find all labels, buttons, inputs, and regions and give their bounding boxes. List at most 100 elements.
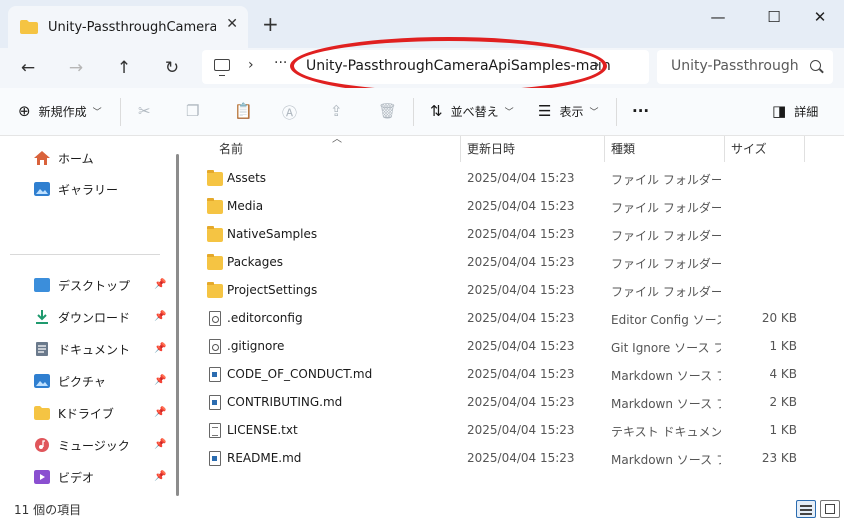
- sidebar-item-downloads[interactable]: ダウンロード: [34, 305, 130, 329]
- file-type: ファイル フォルダー: [611, 229, 721, 243]
- breadcrumb-overflow[interactable]: ···: [274, 55, 287, 71]
- sidebar-item-k-drive[interactable]: Kドライブ: [34, 401, 114, 425]
- minimize-button[interactable]: —: [703, 8, 733, 26]
- more-options-button[interactable]: ···: [632, 102, 649, 120]
- sidebar-scrollbar[interactable]: [176, 154, 179, 496]
- delete-button[interactable]: 🗑: [378, 102, 405, 120]
- new-tab-button[interactable]: +: [262, 12, 279, 36]
- file-row[interactable]: CONTRIBUTING.md 2025/04/04 15:23 Markdown …: [186, 389, 826, 417]
- file-name: Assets: [227, 171, 267, 185]
- sidebar-item-gallery[interactable]: ギャラリー: [34, 177, 118, 201]
- column-header-date[interactable]: 更新日時: [467, 140, 515, 162]
- file-type: Markdown ソース フ...: [611, 369, 721, 383]
- tiles-view-button[interactable]: [820, 500, 840, 518]
- column-divider[interactable]: [804, 136, 805, 162]
- sidebar-item-desktop[interactable]: デスクトップ: [34, 273, 130, 297]
- scissors-icon: ✂: [138, 102, 151, 120]
- markdown-file-icon: [209, 395, 221, 410]
- cut-button[interactable]: ✂: [138, 102, 159, 120]
- maximize-button[interactable]: ☐: [759, 8, 789, 26]
- file-date: 2025/04/04 15:23: [467, 451, 575, 465]
- address-bar[interactable]: › ··· Unity-PassthroughCameraApiSamples-…: [202, 50, 649, 84]
- details-button[interactable]: ◨ 詳細: [772, 102, 818, 120]
- column-header-name[interactable]: 名前: [219, 140, 243, 162]
- copy-icon: ❐: [186, 102, 200, 120]
- column-header-type[interactable]: 種類: [611, 140, 635, 162]
- file-row[interactable]: CODE_OF_CONDUCT.md 2025/04/04 15:23 Markdo…: [186, 361, 826, 389]
- sidebar-item-label: ダウンロード: [58, 310, 131, 325]
- sort-button[interactable]: ⇅ 並べ替え ﹀: [430, 102, 514, 120]
- up-button[interactable]: ↑: [110, 55, 138, 81]
- column-header-size[interactable]: サイズ: [731, 140, 767, 162]
- toolbar-divider: [120, 98, 121, 126]
- folder-icon: [207, 282, 223, 298]
- share-button[interactable]: ⇪: [330, 102, 351, 120]
- file-name: LICENSE.txt: [227, 423, 298, 437]
- folder-icon: [207, 170, 223, 186]
- view-button[interactable]: ☰ 表示 ﹀: [538, 102, 598, 120]
- folder-icon: [207, 198, 223, 214]
- file-row[interactable]: .editorconfig 2025/04/04 15:23 Editor Conf…: [186, 305, 826, 333]
- breadcrumb-current[interactable]: Unity-PassthroughCameraApiSamples-main: [306, 58, 611, 74]
- refresh-button[interactable]: ↻: [158, 55, 186, 81]
- file-type: テキスト ドキュメント: [611, 425, 721, 439]
- new-button[interactable]: ⊕ 新規作成 ﹀: [18, 102, 102, 120]
- file-row[interactable]: Media 2025/04/04 15:23 ファイル フォルダー: [186, 193, 826, 221]
- column-divider[interactable]: [724, 136, 725, 162]
- sidebar-item-documents[interactable]: ドキュメント: [34, 337, 130, 361]
- pin-icon[interactable]: 📌: [154, 311, 166, 322]
- file-name: .editorconfig: [227, 311, 303, 325]
- sidebar-item-home[interactable]: ホーム: [34, 146, 94, 170]
- pin-icon[interactable]: 📌: [154, 343, 166, 354]
- file-row[interactable]: Assets 2025/04/04 15:23 ファイル フォルダー: [186, 165, 826, 193]
- file-type: ファイル フォルダー: [611, 257, 721, 271]
- back-button[interactable]: ←: [14, 55, 42, 81]
- search-box[interactable]: Unity-Passthrough: [657, 50, 833, 84]
- search-icon: [810, 60, 821, 71]
- file-name: .gitignore: [227, 339, 285, 353]
- pin-icon[interactable]: 📌: [154, 407, 166, 418]
- file-type: Editor Config ソース...: [611, 313, 721, 327]
- chevron-right-icon[interactable]: ›: [248, 57, 254, 73]
- forward-button[interactable]: →: [62, 55, 90, 81]
- search-placeholder: Unity-Passthrough: [671, 58, 799, 74]
- sidebar-item-label: ギャラリー: [58, 182, 119, 197]
- paste-button[interactable]: 📋: [234, 102, 261, 120]
- close-button[interactable]: ✕: [805, 8, 835, 26]
- config-file-icon: [209, 339, 221, 354]
- details-label: 詳細: [794, 104, 819, 119]
- file-row[interactable]: ProjectSettings 2025/04/04 15:23 ファイル フォルダ…: [186, 277, 826, 305]
- file-type: ファイル フォルダー: [611, 173, 721, 187]
- trash-icon: 🗑: [378, 102, 398, 120]
- pin-icon[interactable]: 📌: [154, 439, 166, 450]
- file-type: ファイル フォルダー: [611, 285, 721, 299]
- markdown-file-icon: [209, 367, 221, 382]
- pin-icon[interactable]: 📌: [154, 279, 166, 290]
- details-view-button[interactable]: [796, 500, 816, 518]
- tab-close-icon[interactable]: ✕: [226, 16, 238, 32]
- sidebar-divider: [10, 254, 160, 255]
- chevron-right-icon[interactable]: ›: [594, 57, 600, 73]
- column-divider[interactable]: [460, 136, 461, 162]
- sidebar-item-videos[interactable]: ビデオ: [34, 465, 94, 489]
- sidebar-item-pictures[interactable]: ピクチャ: [34, 369, 106, 393]
- file-row[interactable]: NativeSamples 2025/04/04 15:23 ファイル フォルダー: [186, 221, 826, 249]
- sidebar-item-label: ピクチャ: [58, 374, 106, 389]
- file-row[interactable]: .gitignore 2025/04/04 15:23 Git Ignore ソース…: [186, 333, 826, 361]
- column-divider[interactable]: [604, 136, 605, 162]
- copy-button[interactable]: ❐: [186, 102, 207, 120]
- file-row[interactable]: LICENSE.txt 2025/04/04 15:23 テキスト ドキュメント 1 …: [186, 417, 826, 445]
- file-name: NativeSamples: [227, 227, 318, 241]
- rename-icon: Ⓐ: [282, 104, 298, 122]
- sidebar-item-music[interactable]: ミュージック: [34, 433, 130, 457]
- file-row[interactable]: Packages 2025/04/04 15:23 ファイル フォルダー: [186, 249, 826, 277]
- file-size: 2 KB: [769, 395, 797, 409]
- file-row[interactable]: README.md 2025/04/04 15:23 Markdown ソース フ.…: [186, 445, 826, 473]
- music-icon: [35, 438, 49, 452]
- file-size: 1 KB: [769, 423, 797, 437]
- rename-button[interactable]: Ⓐ: [282, 102, 305, 123]
- tab-active[interactable]: Unity-PassthroughCameraApiSamples-main ✕: [8, 6, 248, 48]
- pin-icon[interactable]: 📌: [154, 471, 166, 482]
- sidebar-item-label: デスクトップ: [58, 278, 131, 293]
- pin-icon[interactable]: 📌: [154, 375, 166, 386]
